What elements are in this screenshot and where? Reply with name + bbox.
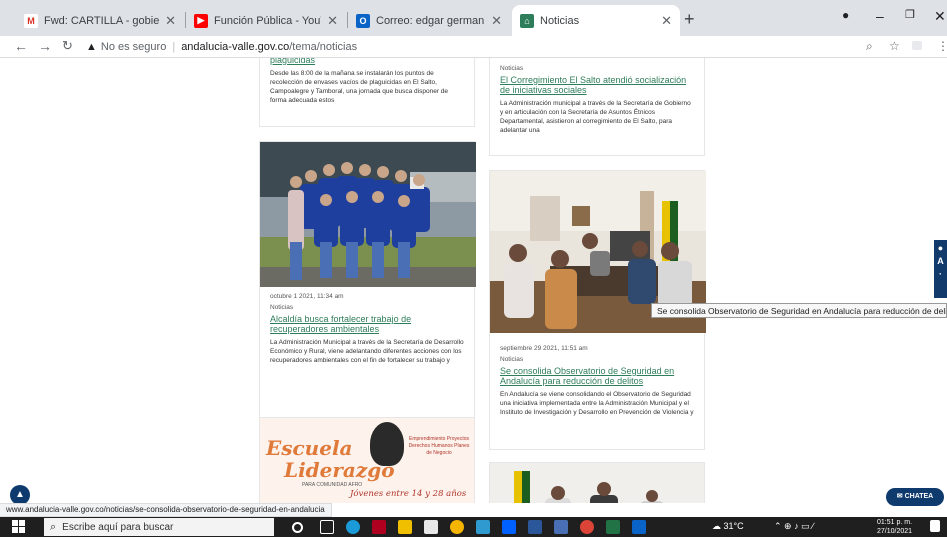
outlook-icon: O [356,13,370,28]
url-host: andalucia-valle.gov.co [181,40,290,53]
link-tooltip: Se consolida Observatorio de Seguridad e… [651,303,947,318]
security-label: No es seguro [100,40,167,53]
back-icon[interactable]: ← [14,38,28,54]
notifications-icon[interactable] [930,520,940,532]
side-widget-glyph: ● [937,243,944,253]
news-excerpt: Desde las 8:00 de la mañana se instalará… [270,70,449,104]
side-widget-glyph: · [939,269,942,279]
window-close-icon[interactable]: ✕ [934,8,946,25]
site-icon: ⌂ [520,13,534,28]
page-content: plaguicidas Desde las 8:00 de la mañana … [0,58,947,503]
windows-taskbar: ⌕ Escribe aquí para buscar ☁ 31°C ⌃ ⊕ ♪ … [0,517,947,537]
file-explorer-icon[interactable] [398,520,412,534]
system-tray-icons[interactable]: ⌃ ⊕ ♪ ▭ ∕ [774,521,814,532]
browser-tab-strip: M Fwd: CARTILLA - gobierno@andalu ✕ ▶ Fu… [0,0,947,36]
poster-portrait [370,422,404,466]
search-icon: ⌕ [50,520,57,533]
news-excerpt: La Administración municipal a través de … [500,100,691,134]
news-card: Escuela Liderazgo PARA COMUNIDAD AFRO Em… [259,417,475,503]
news-date: octubre 1 2021, 11:34 am [270,293,344,300]
warning-icon[interactable]: ▲ [86,41,97,53]
news-card [489,462,705,503]
poster-side-text: Emprendimiento Proyectos Derechos Humano… [408,436,470,456]
weather-temp: 31°C [723,521,744,531]
windows-start-icon[interactable] [12,520,26,534]
chat-icon: ✉ [896,493,905,500]
poster-subtitle: PARA COMUNIDAD AFRO [302,482,363,488]
address-separator: | [172,40,176,53]
chat-button[interactable]: ✉ CHATEA [886,488,944,506]
menu-icon[interactable]: ⋮ [937,39,947,53]
weather-widget[interactable]: ☁ 31°C [712,521,744,532]
tab-youtube[interactable]: ▶ Función Pública - YouTube ✕ [186,5,346,36]
taskbar-clock[interactable]: 01:51 p. m. 27/10/2021 [877,518,912,536]
chrome-icon[interactable] [580,520,594,534]
reload-icon[interactable]: ↻ [62,38,73,54]
news-title-link[interactable]: Alcaldía busca fortalecer trabajo de rec… [270,314,464,334]
poster-ages: Jóvenes entre 14 y 28 años [350,489,467,499]
excel-icon[interactable] [606,520,620,534]
chat-label: CHATEA [904,493,934,500]
chrome-icon[interactable] [450,520,464,534]
forward-icon[interactable]: → [38,38,52,54]
app-icon[interactable] [476,520,490,534]
news-excerpt: La Administración Municipal a través de … [270,339,464,364]
news-title-link[interactable]: plaguicidas [270,58,464,65]
outlook-icon[interactable] [632,520,646,534]
news-category: Noticias [270,304,294,311]
close-icon[interactable]: ✕ [165,13,176,29]
browser-toolbar: ← → ↻ ▲ No es seguro | andalucia-valle.g… [0,36,947,58]
new-tab-icon[interactable]: + [684,9,695,30]
app-icon[interactable] [554,520,568,534]
news-category: Noticias [500,356,524,363]
bookmark-star-icon[interactable]: ☆ [889,39,900,53]
news-card: octubre 1 2021, 11:34 am Noticias Alcald… [259,141,476,456]
tab-outlook[interactable]: O Correo: edgar german montaño ✕ [348,5,510,36]
tab-gmail[interactable]: M Fwd: CARTILLA - gobierno@andalu ✕ [16,5,184,36]
news-photo[interactable] [490,463,705,503]
tab-title: Noticias [540,14,580,27]
news-title-link[interactable]: El Corregimiento El Salto atendió social… [500,75,694,95]
news-date: septiembre 29 2021, 11:51 am [500,345,588,352]
gmail-icon: M [24,13,38,28]
scroll-up-icon[interactable]: ▲ [10,485,30,505]
news-title-link[interactable]: Se consolida Observatorio de Seguridad e… [500,366,694,386]
news-card: plaguicidas Desde las 8:00 de la mañana … [259,58,475,127]
poster-title-1: Escuela [266,436,353,460]
profile-icon[interactable]: ● [842,8,849,22]
status-url: www.andalucia-valle.gov.co/noticias/se-c… [0,503,332,517]
edge-icon[interactable] [346,520,360,534]
news-photo-recuperadores[interactable] [260,142,476,287]
zoom-icon[interactable]: ⌕ [866,39,873,54]
clock-time: 01:51 p. m. [877,519,913,526]
tab-noticias[interactable]: ⌂ Noticias ✕ [512,5,680,36]
youtube-icon: ▶ [194,13,208,28]
weather-icon: ☁ [712,521,724,531]
store-icon[interactable] [424,520,438,534]
minimize-icon[interactable]: – [876,8,884,24]
side-widget-glyph: A [937,256,944,266]
search-placeholder: Escribe aquí para buscar [62,521,174,533]
clock-date: 27/10/2021 [877,528,913,535]
restore-icon[interactable]: ❐ [905,8,915,21]
taskbar-search[interactable]: ⌕ Escribe aquí para buscar [44,518,274,536]
close-icon[interactable]: ✕ [491,13,502,29]
extension-icon[interactable] [912,41,922,50]
app-icon[interactable] [372,520,386,534]
cortana-icon[interactable] [292,522,303,533]
tab-title: Fwd: CARTILLA - gobierno@andalu [44,14,160,27]
address-bar[interactable]: ▲ No es seguro | andalucia-valle.gov.co … [86,37,357,56]
side-widget[interactable]: ● A · [934,240,947,298]
dropbox-icon[interactable] [502,520,516,534]
url-path: /tema/noticias [289,40,358,53]
tab-title: Correo: edgar german montaño [376,14,485,27]
tab-title: Función Pública - YouTube [214,14,321,27]
close-icon[interactable]: ✕ [327,13,338,29]
close-icon[interactable]: ✕ [661,13,672,29]
news-excerpt: En Andalucía se viene consolidando el Ob… [500,391,694,416]
task-view-icon[interactable] [320,520,334,534]
news-card: Noticias El Corregimiento El Salto atend… [489,58,705,156]
word-icon[interactable] [528,520,542,534]
news-category: Noticias [500,65,524,72]
